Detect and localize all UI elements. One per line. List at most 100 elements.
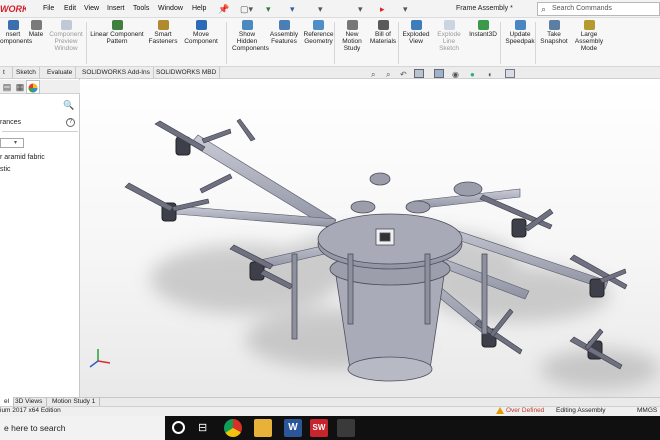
- previous-view-icon[interactable]: ↶: [400, 70, 407, 79]
- ribbon-icon: [313, 20, 324, 30]
- ribbon-button-14[interactable]: Update Speedpak: [503, 20, 537, 45]
- ribbon-button-label: Instant3D: [469, 31, 497, 38]
- ribbon-button-label: Component Preview Window: [49, 31, 83, 52]
- ribbon-icon: [583, 20, 595, 30]
- edit-appearance-icon[interactable]: ●: [470, 70, 475, 79]
- ribbon-separator: [500, 22, 501, 64]
- ribbon-icon: [157, 20, 169, 30]
- save-button[interactable]: ▾: [290, 2, 295, 16]
- ribbon-icon: [443, 20, 455, 30]
- task-view-icon[interactable]: ⊟: [198, 422, 207, 435]
- ribbon-button-7[interactable]: Assembly Features: [268, 20, 300, 45]
- ribbon-icon: [548, 20, 560, 30]
- ribbon-button-3[interactable]: Linear Component Pattern: [88, 20, 146, 45]
- search-icon[interactable]: 🔍: [63, 100, 74, 111]
- menu-insert[interactable]: Insert: [107, 3, 125, 15]
- cortana-icon[interactable]: [172, 421, 185, 434]
- ribbon-button-label: Exploded View: [402, 31, 430, 45]
- scene-icon[interactable]: ◐: [488, 70, 493, 79]
- solidworks-taskbar-icon[interactable]: SW: [310, 419, 328, 437]
- ribbon-icon: [7, 20, 19, 30]
- list-item[interactable]: stic: [0, 165, 80, 175]
- word-icon[interactable]: W: [284, 419, 302, 437]
- property-manager-tab[interactable]: ▦: [13, 80, 27, 94]
- ribbon-button-label: Linear Component Pattern: [90, 31, 144, 45]
- new-document-button[interactable]: ▢▾: [240, 2, 253, 16]
- search-placeholder: Search Commands: [552, 5, 612, 12]
- tab-evaluate[interactable]: Evaluate: [44, 67, 77, 79]
- ribbon-icon: [514, 20, 526, 30]
- rebuild-button[interactable]: ▸: [380, 2, 385, 16]
- ribbon-button-10[interactable]: Bill of Materials: [368, 20, 398, 45]
- feature-manager-tab[interactable]: ▤: [0, 80, 14, 94]
- ribbon-button-2[interactable]: Component Preview Window: [46, 20, 86, 52]
- ribbon-icon: [60, 20, 72, 30]
- list-item[interactable]: r aramid fabric: [0, 153, 80, 163]
- ribbon-button-11[interactable]: Exploded View: [400, 20, 432, 45]
- tab-assembly[interactable]: t: [0, 67, 13, 79]
- pin-icon[interactable]: 📌: [218, 2, 229, 16]
- ribbon-icon: [410, 20, 422, 30]
- ribbon-button-label: Explode Line Sketch: [437, 31, 461, 52]
- tab-motion-study-1[interactable]: Motion Study 1: [48, 397, 101, 406]
- menu-view[interactable]: View: [84, 3, 99, 15]
- over-defined-status[interactable]: Over Defined: [506, 406, 544, 416]
- graphics-viewport[interactable]: [80, 79, 660, 397]
- file-explorer-icon[interactable]: [254, 419, 272, 437]
- warning-icon: [496, 407, 504, 414]
- search-icon: ⌕: [541, 4, 547, 14]
- print-button[interactable]: ▾: [318, 2, 323, 16]
- ribbon-button-12[interactable]: Explode Line Sketch: [435, 20, 463, 52]
- ribbon-button-label: Mate: [28, 31, 44, 38]
- menu-tools[interactable]: Tools: [133, 3, 149, 15]
- appearance-tab[interactable]: [26, 80, 40, 94]
- ribbon-button-8[interactable]: Reference Geometry: [301, 20, 336, 45]
- ribbon-icon: [377, 20, 389, 30]
- ribbon-button-0[interactable]: nsert omponents: [0, 20, 32, 45]
- ribbon-button-label: Update Speedpak: [505, 31, 535, 45]
- document-title: Frame Assembly *: [456, 5, 513, 12]
- edition-label: ium 2017 x64 Edition: [0, 407, 61, 414]
- coordinate-triad: [89, 349, 111, 368]
- menu-window[interactable]: Window: [158, 3, 183, 15]
- menu-edit[interactable]: Edit: [64, 3, 76, 15]
- ribbon-button-label: Bill of Materials: [369, 31, 397, 45]
- ribbon-separator: [226, 22, 227, 64]
- ribbon-button-1[interactable]: Mate: [27, 20, 45, 38]
- ribbon-button-label: Take Snapshot: [540, 31, 568, 45]
- ribbon-button-16[interactable]: Large Assembly Mode: [573, 20, 605, 52]
- ribbon-separator: [398, 22, 399, 64]
- ribbon-button-label: Reference Geometry: [303, 31, 334, 45]
- chrome-icon[interactable]: [224, 419, 242, 437]
- app-icon[interactable]: [337, 419, 355, 437]
- options-button[interactable]: ▾: [403, 2, 408, 16]
- help-icon[interactable]: ?: [66, 118, 75, 127]
- ribbon-button-4[interactable]: Smart Fasteners: [148, 20, 178, 45]
- ribbon-button-5[interactable]: Move Component: [180, 20, 222, 45]
- ribbon-button-15[interactable]: Take Snapshot: [539, 20, 569, 45]
- drone-model: [89, 118, 660, 389]
- solidworks-logo: WORKS: [0, 4, 26, 14]
- tab-solidworks-addins[interactable]: SOLIDWORKS Add-Ins: [79, 67, 154, 79]
- view-orientation-icon[interactable]: [414, 69, 424, 78]
- tab-solidworks-mbd[interactable]: SOLIDWORKS MBD: [153, 67, 221, 79]
- view-settings-icon[interactable]: [505, 69, 515, 78]
- ribbon-icon: [30, 20, 42, 30]
- units-indicator[interactable]: MMGS: [637, 406, 657, 416]
- taskbar-search-placeholder: e here to search: [4, 423, 66, 433]
- ribbon-button-13[interactable]: Instant3D: [466, 20, 500, 38]
- tab-3d-views[interactable]: 3D Views: [11, 397, 48, 406]
- ribbon-button-9[interactable]: New Motion Study: [338, 20, 366, 52]
- open-button[interactable]: ▾: [266, 2, 271, 16]
- appearance-select[interactable]: [0, 138, 24, 148]
- menu-file[interactable]: File: [43, 3, 54, 15]
- menu-help[interactable]: Help: [192, 3, 206, 15]
- ribbon-button-label: Smart Fasteners: [148, 31, 178, 45]
- tab-sketch[interactable]: Sketch: [13, 67, 40, 79]
- appearance-icon: [28, 83, 38, 93]
- ribbon-button-6[interactable]: Show Hidden Components: [232, 20, 269, 52]
- select-button[interactable]: ▾: [358, 2, 363, 16]
- hide-show-icon[interactable]: ◉: [452, 70, 459, 79]
- display-style-icon[interactable]: [434, 69, 444, 78]
- ribbon-icon: [278, 20, 290, 30]
